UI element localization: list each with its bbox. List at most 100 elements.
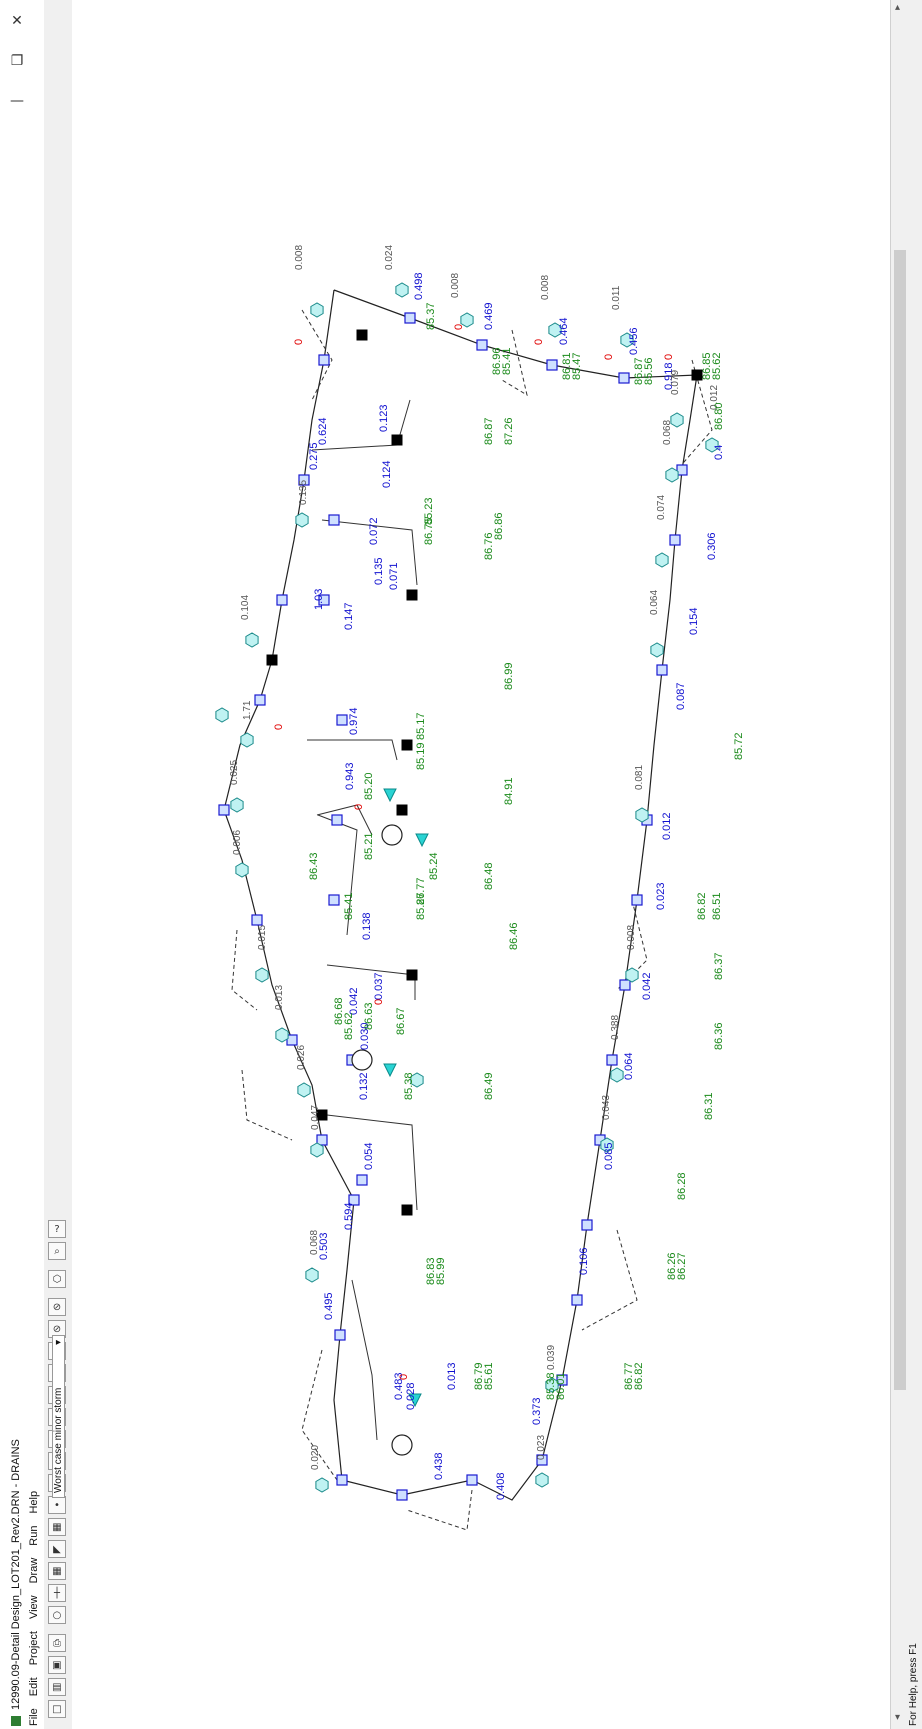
node-icon[interactable]	[266, 654, 278, 666]
pit-icon[interactable]	[328, 514, 340, 526]
pipe-flow-label: 0.071	[388, 562, 400, 590]
catchment-icon[interactable]	[610, 1067, 624, 1083]
open-file-button[interactable]: ▤	[48, 1678, 66, 1696]
catchment-icon[interactable]	[665, 467, 679, 483]
overflow-route-line[interactable]	[581, 1229, 638, 1331]
overflow-route-line[interactable]	[406, 1489, 473, 1531]
menu-file[interactable]: File	[28, 1708, 40, 1726]
catchment-icon[interactable]	[215, 707, 229, 723]
catchment-icon[interactable]	[230, 797, 244, 813]
catchment-icon[interactable]	[310, 1142, 324, 1158]
catchment-icon[interactable]	[240, 732, 254, 748]
pipe-tool-button[interactable]: ┼	[48, 1584, 66, 1602]
main-pipe-line[interactable]	[223, 289, 698, 1501]
node-icon[interactable]	[356, 329, 368, 341]
minimize-icon[interactable]: —	[6, 90, 28, 112]
catchment-icon[interactable]	[535, 1472, 549, 1488]
node-icon[interactable]	[406, 969, 418, 981]
pit-icon[interactable]	[619, 979, 631, 991]
pit-icon[interactable]	[571, 1294, 583, 1306]
pit-icon[interactable]	[251, 914, 263, 926]
pit-icon[interactable]	[631, 894, 643, 906]
pit-icon[interactable]	[356, 1174, 368, 1186]
catchment-icon[interactable]	[625, 967, 639, 983]
branch-pipe-line[interactable]	[351, 1279, 378, 1441]
catchment-icon[interactable]	[310, 302, 324, 318]
pit-icon[interactable]	[404, 312, 416, 324]
pit-icon[interactable]	[331, 814, 343, 826]
catchment-icon[interactable]	[245, 632, 259, 648]
pit-icon[interactable]	[276, 594, 288, 606]
pit-icon[interactable]	[476, 339, 488, 351]
catchment-tool-button[interactable]: ⬡	[48, 1270, 66, 1288]
pit-icon[interactable]	[334, 1329, 346, 1341]
close-icon[interactable]: ✕	[6, 10, 28, 32]
help-pointer-button[interactable]: ?	[48, 1220, 66, 1238]
pit-icon[interactable]	[254, 694, 266, 706]
overflow-route-line[interactable]	[231, 929, 258, 1011]
pit-icon[interactable]	[318, 354, 330, 366]
new-file-button[interactable]: □	[48, 1700, 66, 1718]
catchment-icon[interactable]	[315, 1477, 329, 1493]
outlet-icon[interactable]	[415, 833, 429, 848]
pit-icon[interactable]	[669, 534, 681, 546]
node-icon[interactable]	[401, 739, 413, 751]
menu-help[interactable]: Help	[28, 1491, 40, 1514]
pit-icon[interactable]	[581, 1219, 593, 1231]
node-icon[interactable]	[396, 804, 408, 816]
menu-edit[interactable]: Edit	[28, 1677, 40, 1696]
pit-icon[interactable]	[328, 894, 340, 906]
pit-icon[interactable]	[656, 664, 668, 676]
pit-icon[interactable]	[618, 372, 630, 384]
catchment-icon[interactable]	[255, 967, 269, 983]
catchment-icon[interactable]	[655, 552, 669, 568]
catchment-icon[interactable]	[235, 862, 249, 878]
catchment-icon[interactable]	[275, 1027, 289, 1043]
menu-draw[interactable]: Draw	[28, 1558, 40, 1584]
pit-icon[interactable]	[546, 359, 558, 371]
restore-icon[interactable]: ❐	[6, 50, 28, 72]
pit-icon[interactable]	[466, 1474, 478, 1486]
catchment-icon[interactable]	[635, 807, 649, 823]
menu-project[interactable]: Project	[28, 1631, 40, 1665]
outlet-icon[interactable]	[383, 788, 397, 803]
outlet-tool-button[interactable]: ◣	[48, 1540, 66, 1558]
table-button[interactable]: ▦	[48, 1518, 66, 1536]
pit-icon[interactable]	[396, 1489, 408, 1501]
vertical-scrollbar[interactable]: ▴ ▾	[890, 0, 909, 1729]
node-tool-button[interactable]: ○	[48, 1606, 66, 1624]
catchment-icon[interactable]	[650, 642, 664, 658]
node-small-button[interactable]: •	[48, 1496, 66, 1514]
catchment-icon[interactable]	[395, 282, 409, 298]
scroll-down-icon[interactable]: ▾	[895, 1712, 900, 1723]
detention-basin-icon[interactable]	[351, 1049, 373, 1071]
branch-pipe-line[interactable]	[326, 964, 416, 1000]
catchment-icon[interactable]	[295, 512, 309, 528]
find-button[interactable]: ⌕	[48, 1242, 66, 1260]
scroll-up-icon[interactable]: ▴	[895, 2, 900, 13]
menu-view[interactable]: View	[28, 1595, 40, 1619]
pit-icon[interactable]	[336, 714, 348, 726]
pit-icon[interactable]	[606, 1054, 618, 1066]
overflow-route-line[interactable]	[241, 1069, 293, 1141]
catchment-icon[interactable]	[305, 1267, 319, 1283]
pit-icon[interactable]	[336, 1474, 348, 1486]
vertical-scroll-thumb[interactable]	[894, 250, 906, 1390]
save-file-button[interactable]: ▣	[48, 1656, 66, 1674]
pit-icon[interactable]	[218, 804, 230, 816]
drawing-canvas[interactable]: 0.498 0.469 0.464 0.456 0.918 0.624 0.275 0.124…	[72, 0, 890, 1729]
node-icon[interactable]	[401, 1204, 413, 1216]
detention-basin-icon[interactable]	[381, 824, 403, 846]
branch-pipe-line[interactable]	[307, 739, 398, 761]
outlet-icon[interactable]	[383, 1063, 397, 1078]
drainage-network-map[interactable]: 0.4980.4690.464 0.4560.9180.6240.2750.124…	[72, 0, 890, 1729]
node-icon[interactable]	[406, 589, 418, 601]
detention-basin-icon[interactable]	[391, 1434, 413, 1456]
node-icon[interactable]	[391, 434, 403, 446]
zoom-all-button[interactable]: ⊘	[48, 1298, 66, 1316]
print-button[interactable]: ⎙	[48, 1634, 66, 1652]
pit-tool-button[interactable]: ▦	[48, 1562, 66, 1580]
storm-selector[interactable]: Worst case minor storm ▾	[52, 1334, 65, 1498]
catchment-icon[interactable]	[297, 1082, 311, 1098]
menu-run[interactable]: Run	[28, 1526, 40, 1546]
